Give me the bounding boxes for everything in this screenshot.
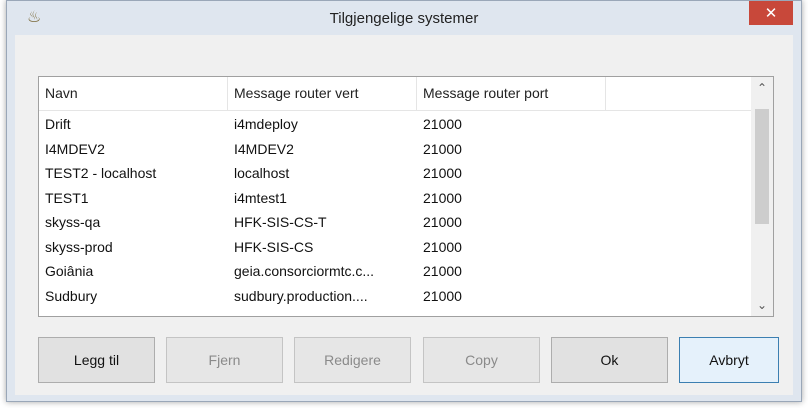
list-rows: Drift i4mdeploy 21000 I4MDEV2 I4MDEV2 21… — [39, 112, 751, 308]
system-port: 21000 — [423, 165, 462, 181]
column-header-name[interactable]: Navn — [39, 77, 228, 110]
system-host: i4mtest1 — [234, 189, 287, 206]
system-name: skyss-prod — [45, 238, 113, 255]
copy-button[interactable]: Copy — [423, 337, 540, 383]
system-port: 21000 — [423, 189, 462, 206]
column-header-port[interactable]: Message router port — [417, 77, 606, 110]
list-item[interactable]: Drift i4mdeploy 21000 — [39, 112, 751, 137]
list-item[interactable]: Goiânia geia.consorciormtc.c... 21000 — [39, 259, 751, 284]
ok-button[interactable]: Ok — [551, 337, 668, 383]
system-port: 21000 — [423, 140, 462, 157]
system-host: HFK-SIS-CS — [234, 238, 314, 255]
scrollbar-thumb[interactable] — [755, 109, 769, 224]
vertical-scrollbar[interactable]: ⌃ ⌄ — [751, 77, 773, 316]
cancel-button[interactable]: Avbryt — [679, 337, 779, 383]
system-name: skyss-qa — [45, 214, 101, 230]
system-name: TEST2 - localhost — [45, 165, 157, 181]
system-port: 21000 — [423, 116, 462, 132]
list-item[interactable]: TEST2 - localhost localhost 21000 — [39, 161, 751, 186]
list-header: Navn Message router vert Message router … — [39, 77, 751, 111]
system-name: Goiânia — [45, 263, 94, 279]
system-name: TEST1 — [45, 189, 89, 206]
list-item[interactable]: Sudbury sudbury.production.... 21000 — [39, 284, 751, 309]
system-name: Drift — [45, 116, 71, 132]
column-header-host[interactable]: Message router vert — [228, 77, 417, 110]
scroll-up-icon[interactable]: ⌃ — [751, 77, 773, 99]
list-item[interactable]: skyss-prod HFK-SIS-CS 21000 — [39, 235, 751, 260]
edit-button[interactable]: Redigere — [294, 337, 411, 383]
close-button[interactable]: ✕ — [749, 1, 793, 25]
system-port: 21000 — [423, 238, 462, 255]
remove-button[interactable]: Fjern — [166, 337, 283, 383]
system-host: geia.consorciormtc.c... — [234, 263, 375, 279]
list-item[interactable]: skyss-qa HFK-SIS-CS-T 21000 — [39, 210, 751, 235]
system-host: I4MDEV2 — [234, 140, 294, 157]
system-host: i4mdeploy — [234, 116, 298, 132]
close-icon: ✕ — [764, 4, 778, 22]
title-bar[interactable]: ♨ Tilgjengelige systemer ✕ — [7, 1, 801, 35]
system-port: 21000 — [423, 214, 462, 230]
add-button[interactable]: Legg til — [38, 337, 155, 383]
scroll-down-icon[interactable]: ⌄ — [751, 294, 773, 316]
system-port: 21000 — [423, 263, 462, 279]
systems-list[interactable]: Navn Message router vert Message router … — [38, 76, 774, 317]
dialog-window: ♨ Tilgjengelige systemer ✕ Navn Message … — [6, 0, 802, 402]
window-title: Tilgjengelige systemer — [329, 10, 479, 27]
system-name: Sudbury — [45, 287, 98, 304]
list-item[interactable]: TEST1 i4mtest1 21000 — [39, 186, 751, 211]
system-port: 21000 — [423, 287, 462, 304]
system-host: localhost — [234, 165, 290, 181]
list-item[interactable]: I4MDEV2 I4MDEV2 21000 — [39, 137, 751, 162]
system-host: sudbury.production.... — [234, 287, 368, 304]
system-host: HFK-SIS-CS-T — [234, 214, 327, 230]
dialog-client-area: Navn Message router vert Message router … — [15, 35, 793, 395]
system-name: I4MDEV2 — [45, 140, 105, 157]
